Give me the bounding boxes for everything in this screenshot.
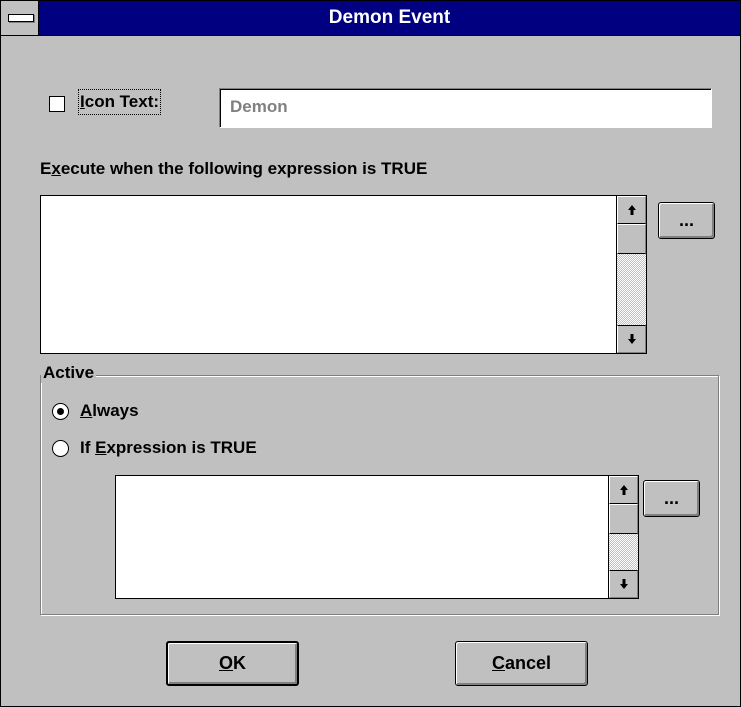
radio-always-label[interactable]: Always: [80, 400, 139, 422]
radio-if-expression-label[interactable]: If Expression is TRUE: [80, 437, 257, 459]
scroll-down-arrow-icon[interactable]: [617, 325, 646, 353]
scroll-thumb[interactable]: [609, 504, 638, 534]
active-expression-textbox[interactable]: [115, 475, 639, 599]
execute-browse-button[interactable]: ...: [658, 202, 715, 239]
cancel-button[interactable]: Cancel: [455, 641, 588, 686]
scroll-up-arrow-icon[interactable]: [617, 196, 646, 224]
icon-text-field[interactable]: Demon: [219, 88, 712, 128]
title-bar[interactable]: Demon Event: [1, 1, 740, 36]
execute-expression-textbox[interactable]: [40, 195, 647, 354]
icon-text-label[interactable]: Icon Text:: [77, 89, 162, 115]
demon-event-dialog: Demon Event Icon Text: Demon Execute whe…: [0, 0, 741, 707]
execute-expression-label: Execute when the following expression is…: [40, 159, 428, 178]
system-menu-icon[interactable]: [1, 1, 39, 35]
ok-button[interactable]: OK: [166, 641, 299, 686]
icon-text-checkbox[interactable]: [49, 96, 65, 112]
icon-text-label-rest: con Text:: [84, 92, 160, 111]
window-title: Demon Event: [328, 7, 451, 28]
radio-unselected-icon[interactable]: [52, 440, 69, 457]
scroll-down-arrow-icon[interactable]: [609, 570, 638, 598]
radio-selected-icon[interactable]: [52, 403, 69, 420]
scroll-thumb[interactable]: [617, 224, 646, 254]
active-browse-button[interactable]: ...: [643, 480, 700, 517]
active-group-title: Active: [41, 363, 97, 383]
execute-expression-scrollbar[interactable]: [616, 196, 646, 353]
scroll-up-arrow-icon[interactable]: [609, 476, 638, 504]
active-expression-scrollbar[interactable]: [608, 476, 638, 598]
